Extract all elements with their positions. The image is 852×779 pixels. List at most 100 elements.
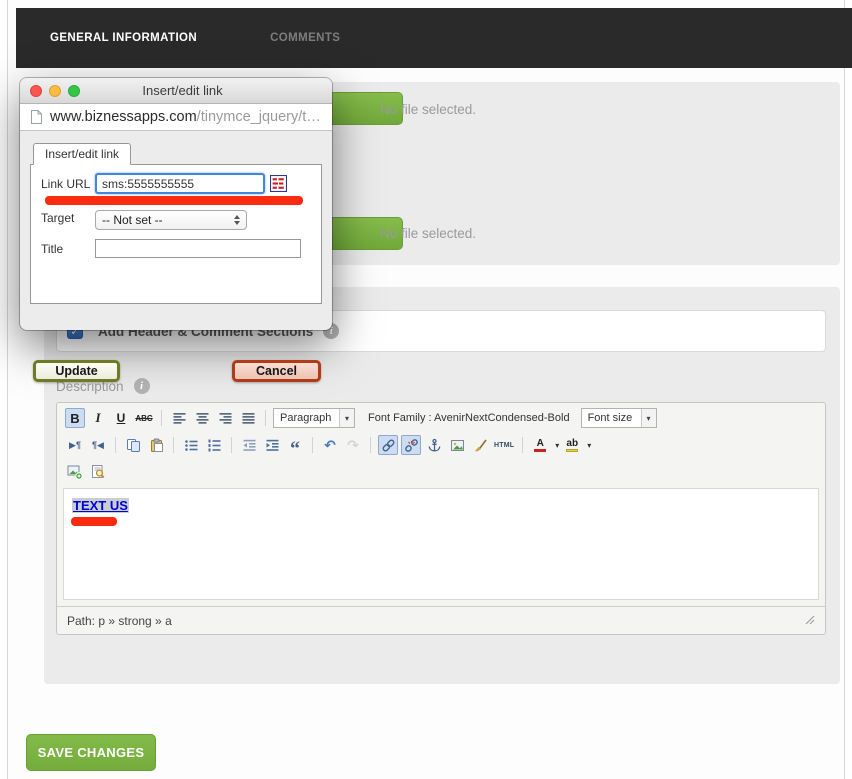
target-select[interactable]: -- Not set -- [95, 210, 247, 230]
top-navigation: GENERAL INFORMATION COMMENTS [16, 8, 852, 68]
content-link-text[interactable]: TEXT US [72, 498, 129, 513]
align-left-button[interactable] [169, 408, 189, 428]
toolbar-separator [231, 437, 232, 453]
toolbar-row-1: B I U ABC Paragraph ▾ Font Family : Aven… [57, 403, 825, 430]
strikethrough-button[interactable]: ABC [134, 408, 154, 428]
title-input[interactable] [95, 239, 301, 258]
paste-icon [149, 438, 164, 453]
rtl-button[interactable]: ¶◀ [88, 435, 108, 455]
chevron-down-icon: ▾ [339, 409, 354, 427]
bullet-list-button[interactable] [181, 435, 201, 455]
chevron-down-icon: ▾ [641, 409, 656, 427]
link-fieldset: Link URL Target -- Not set -- Title [30, 164, 322, 304]
toolbar-separator [265, 410, 266, 426]
align-center-button[interactable] [192, 408, 212, 428]
underline-button[interactable]: U [111, 408, 131, 428]
close-window-button[interactable] [30, 85, 42, 97]
indent-button[interactable] [262, 435, 282, 455]
dialog-tab-insert-edit-link[interactable]: Insert/edit link [33, 143, 131, 165]
text-color-dropdown[interactable]: ▾ [555, 441, 559, 450]
minimize-window-button[interactable] [49, 85, 61, 97]
highlight-color-swatch [566, 449, 578, 452]
element-path: Path: p » strong » a [67, 614, 172, 628]
title-row: Title [41, 239, 311, 258]
select-stepper-icon [234, 215, 240, 225]
tab-comments[interactable]: COMMENTS [270, 32, 340, 44]
link-url-input[interactable] [95, 173, 265, 194]
text-color-button[interactable]: A [530, 435, 550, 455]
html-source-button[interactable]: HTML [493, 435, 515, 455]
text-color-swatch [534, 449, 546, 452]
editor-content-area[interactable]: TEXT US [63, 488, 819, 600]
annotation-underline [45, 196, 303, 205]
numbered-list-icon [207, 438, 222, 453]
outdent-button[interactable] [239, 435, 259, 455]
unlink-button[interactable] [401, 435, 421, 455]
update-button[interactable]: Update [33, 360, 120, 382]
align-justify-icon [241, 411, 256, 426]
paste-button[interactable] [146, 435, 166, 455]
annotation-underline [71, 517, 117, 526]
redo-button[interactable]: ↷ [343, 435, 363, 455]
broom-icon [473, 438, 488, 453]
save-changes-button[interactable]: SAVE CHANGES [26, 734, 156, 771]
unlink-icon [404, 438, 419, 453]
highlight-color-dropdown[interactable]: ▾ [587, 441, 591, 450]
url-path: /tinymce_jquery/t… [197, 109, 321, 125]
align-center-icon [195, 411, 210, 426]
browse-link-button[interactable] [270, 175, 287, 192]
italic-button[interactable]: I [88, 408, 108, 428]
copy-button[interactable] [123, 435, 143, 455]
url-host: www.biznessapps.com [50, 109, 197, 125]
bullet-list-icon [184, 438, 199, 453]
resize-grip[interactable] [805, 614, 815, 628]
insert-image-button[interactable] [447, 435, 467, 455]
target-label: Target [41, 211, 95, 225]
outdent-icon [242, 438, 257, 453]
undo-button[interactable]: ↶ [320, 435, 340, 455]
tab-general-information[interactable]: GENERAL INFORMATION [50, 32, 197, 44]
cleanup-button[interactable] [470, 435, 490, 455]
font-family-label: Font Family : AvenirNextCondensed-Bold [368, 412, 570, 424]
ltr-button[interactable]: ▶¶ [65, 435, 85, 455]
insert-link-button[interactable] [378, 435, 398, 455]
toolbar-separator [115, 437, 116, 453]
blockquote-button[interactable]: “ [285, 435, 305, 455]
info-icon[interactable]: i [134, 378, 150, 394]
toolbar-separator [370, 437, 371, 453]
description-panel: ✓ Add Header & Comment Sections i Descri… [44, 287, 840, 684]
cancel-button[interactable]: Cancel [232, 360, 321, 382]
copy-icon [126, 438, 141, 453]
file-status-2: No file selected. [380, 226, 476, 241]
zoom-window-button[interactable] [68, 85, 80, 97]
paragraph-format-select[interactable]: Paragraph ▾ [273, 408, 355, 428]
target-row: Target -- Not set -- [41, 206, 311, 230]
align-right-icon [218, 411, 233, 426]
preview-button[interactable] [88, 462, 108, 482]
toolbar-separator [173, 437, 174, 453]
dialog-title-bar[interactable]: Insert/edit link [20, 78, 332, 104]
align-right-button[interactable] [215, 408, 235, 428]
toolbar-row-3 [57, 457, 825, 484]
align-justify-button[interactable] [238, 408, 258, 428]
font-size-select[interactable]: Font size ▾ [581, 408, 657, 428]
toolbar-row-2: ▶¶ ¶◀ “ ↶ ↷ [57, 430, 825, 457]
numbered-list-button[interactable] [204, 435, 224, 455]
bold-button[interactable]: B [65, 408, 85, 428]
image-add-icon [67, 464, 83, 480]
anchor-icon [427, 438, 442, 453]
indent-icon [265, 438, 280, 453]
toolbar-separator [312, 437, 313, 453]
insert-edit-link-dialog: Insert/edit link www.biznessapps.com/tin… [20, 78, 332, 330]
highlight-color-button[interactable]: ab [562, 435, 582, 455]
toolbar-separator [522, 437, 523, 453]
rich-text-editor: B I U ABC Paragraph ▾ Font Family : Aven… [56, 402, 826, 635]
page: GENERAL INFORMATION COMMENTS No file sel… [0, 0, 852, 779]
insert-managed-image-button[interactable] [65, 462, 85, 482]
file-status-1: No file selected. [380, 102, 476, 117]
link-url-label: Link URL [41, 177, 95, 191]
anchor-button[interactable] [424, 435, 444, 455]
link-icon [381, 438, 396, 453]
window-title: Insert/edit link [87, 83, 322, 98]
page-file-icon [29, 109, 43, 125]
